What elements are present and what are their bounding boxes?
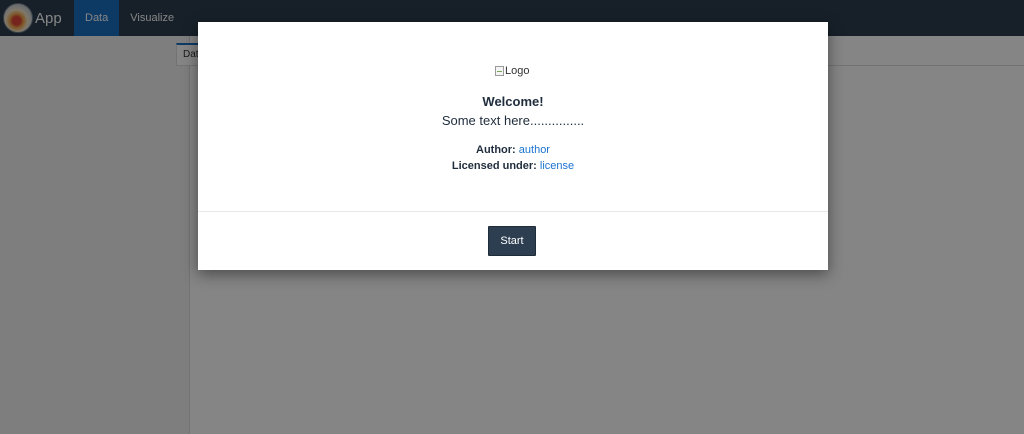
broken-image-icon xyxy=(495,66,504,76)
welcome-text: Some text here............... xyxy=(441,113,585,128)
author-label: Author: xyxy=(476,144,519,156)
license-label: Licensed under: xyxy=(451,160,540,172)
logo-alt-text: Logo xyxy=(505,65,530,77)
modal-footer: Start xyxy=(198,211,828,270)
license-line: Licensed under: license xyxy=(198,160,828,172)
start-button[interactable]: Start xyxy=(488,226,536,256)
welcome-title: Welcome! xyxy=(482,94,544,109)
author-line: Author: author xyxy=(198,144,828,156)
license-link[interactable]: license xyxy=(540,160,574,172)
modal-logo: Logo xyxy=(495,65,529,77)
modal-body: Logo Welcome! Some text here............… xyxy=(198,22,828,211)
author-link[interactable]: author xyxy=(519,144,550,156)
welcome-modal: Logo Welcome! Some text here............… xyxy=(198,22,828,270)
